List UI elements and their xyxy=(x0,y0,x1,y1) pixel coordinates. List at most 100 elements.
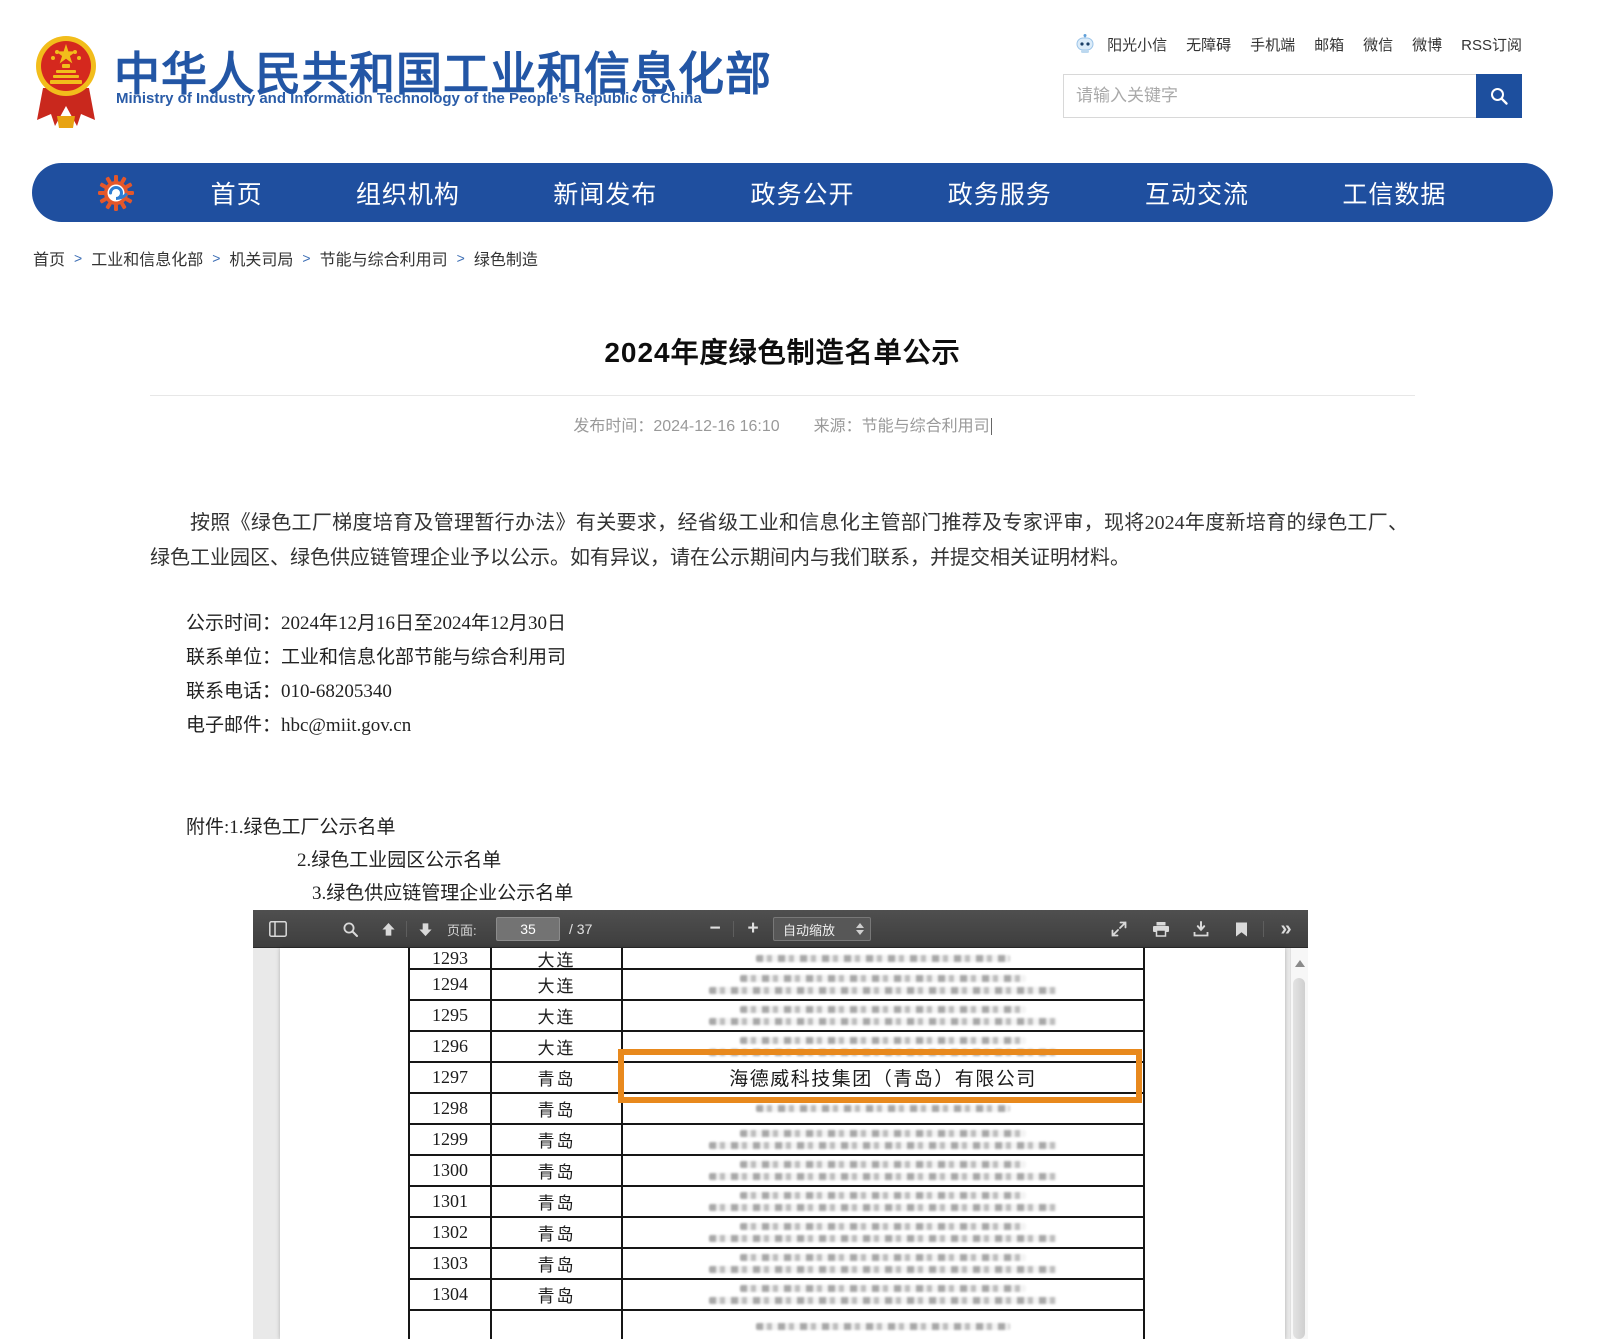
row-number-cell: 1299 xyxy=(410,1125,492,1154)
breadcrumb-item-3[interactable]: 节能与综合利用司 xyxy=(320,246,448,270)
breadcrumb-item-1[interactable]: 工业和信息化部 xyxy=(91,246,203,270)
row-city-cell: 大连 xyxy=(492,1032,623,1061)
row-company-cell: 海德威科技集团（青岛）有限公司 xyxy=(623,1063,1143,1092)
breadcrumb-separator: > xyxy=(457,250,465,266)
more-tools-button[interactable]: » xyxy=(1269,910,1303,948)
info-line-3: 电子邮件：hbc@miit.gov.cn xyxy=(186,716,566,736)
quick-link-2[interactable]: 手机端 xyxy=(1250,34,1295,55)
quick-link-6[interactable]: RSS订阅 xyxy=(1461,34,1522,55)
row-number-cell: 1296 xyxy=(410,1032,492,1061)
toolbar-separator xyxy=(733,921,734,937)
scroll-up-arrow-icon[interactable] xyxy=(1295,960,1305,967)
table-row: 1296大连 xyxy=(410,1032,1143,1063)
attachment-1[interactable]: 2.绿色工业园区公示名单 xyxy=(186,851,573,871)
pdf-scrollbar[interactable] xyxy=(1290,948,1308,1339)
nav-item-1[interactable]: 组织机构 xyxy=(356,175,460,211)
pdf-page: 1293大连1294大连1295大连1296大连1297青岛海德威科技集团（青岛… xyxy=(280,948,1285,1339)
row-number-cell: 1297 xyxy=(410,1063,492,1092)
redacted-text xyxy=(740,1161,1026,1168)
quick-link-3[interactable]: 邮箱 xyxy=(1314,34,1344,55)
row-city-cell: 青岛 xyxy=(492,1125,623,1154)
zoom-out-button[interactable]: − xyxy=(701,910,729,948)
page-number-input[interactable] xyxy=(496,917,560,941)
quick-link-1[interactable]: 无障碍 xyxy=(1186,34,1231,55)
toolbar-separator xyxy=(1263,921,1264,937)
search-input[interactable] xyxy=(1064,75,1476,117)
nav-item-2[interactable]: 新闻发布 xyxy=(553,175,657,211)
row-city-cell: 青岛 xyxy=(492,1156,623,1185)
quick-link-0[interactable]: 阳光小信 xyxy=(1107,34,1167,55)
page-title: 2024年度绿色制造名单公示 xyxy=(150,331,1415,371)
redacted-text xyxy=(709,1204,1057,1211)
breadcrumb-item-0[interactable]: 首页 xyxy=(33,246,65,270)
nav-item-4[interactable]: 政务服务 xyxy=(948,175,1052,211)
next-page-button[interactable] xyxy=(411,910,439,948)
current-view-bookmark-button[interactable] xyxy=(1225,910,1257,948)
info-line-1: 联系单位：工业和信息化部节能与综合利用司 xyxy=(186,648,566,668)
row-number-cell: 1304 xyxy=(410,1280,492,1309)
row-company-cell xyxy=(623,948,1143,968)
row-company-cell xyxy=(623,1187,1143,1216)
title-divider xyxy=(150,395,1415,396)
row-number-cell: 1301 xyxy=(410,1187,492,1216)
print-button[interactable] xyxy=(1145,910,1177,948)
find-button[interactable] xyxy=(335,910,365,948)
miit-gear-icon xyxy=(98,175,134,211)
row-company-cell xyxy=(623,1311,1143,1339)
info-line-2: 联系电话：010-68205340 xyxy=(186,682,566,702)
download-button[interactable] xyxy=(1185,910,1217,948)
redacted-text xyxy=(740,1285,1026,1292)
nav-item-0[interactable]: 首页 xyxy=(211,175,263,211)
arrow-up-icon xyxy=(381,922,396,937)
publish-time: 发布时间：2024-12-16 16:10 xyxy=(573,412,779,436)
row-city-cell: 青岛 xyxy=(492,1280,623,1309)
row-company-cell xyxy=(623,1249,1143,1278)
redacted-text xyxy=(740,975,1026,982)
redacted-text xyxy=(740,1130,1026,1137)
breadcrumb-separator: > xyxy=(302,250,310,266)
scrollbar-thumb[interactable] xyxy=(1293,978,1305,1339)
info-line-0: 公示时间：2024年12月16日至2024年12月30日 xyxy=(186,614,566,634)
row-number-cell xyxy=(410,1311,492,1339)
row-city-cell: 大连 xyxy=(492,970,623,999)
zoom-in-button[interactable]: + xyxy=(739,910,767,948)
row-city-cell: 青岛 xyxy=(492,1249,623,1278)
nav-items: 首页 组织机构 新闻发布 政务公开 政务服务 互动交流 工信数据 xyxy=(134,175,1553,211)
presentation-mode-button[interactable] xyxy=(1103,910,1135,948)
quick-link-5[interactable]: 微博 xyxy=(1412,34,1442,55)
nav-item-6[interactable]: 工信数据 xyxy=(1342,175,1446,211)
site-header: 中华人民共和国工业和信息化部 Ministry of Industry and … xyxy=(0,0,1600,160)
toolbar-separator xyxy=(406,921,407,937)
row-city-cell: 青岛 xyxy=(492,1218,623,1247)
pdf-table: 1293大连1294大连1295大连1296大连1297青岛海德威科技集团（青岛… xyxy=(408,948,1145,1339)
bookmark-icon xyxy=(1235,922,1248,937)
redacted-text xyxy=(756,1105,1011,1112)
redacted-text xyxy=(740,1037,1026,1044)
row-company-cell xyxy=(623,1032,1143,1061)
breadcrumb-item-4[interactable]: 绿色制造 xyxy=(474,246,538,270)
find-icon xyxy=(342,921,359,938)
redacted-text xyxy=(756,955,1011,962)
quick-links: 阳光小信无障碍手机端邮箱微信微博 RSS订阅 xyxy=(1074,33,1522,55)
redacted-text xyxy=(709,987,1057,994)
row-number-cell: 1302 xyxy=(410,1218,492,1247)
xiaoxin-robot-icon[interactable] xyxy=(1074,33,1096,55)
redacted-text xyxy=(709,1297,1057,1304)
nav-item-5[interactable]: 互动交流 xyxy=(1145,175,1249,211)
main-nav: 首页 组织机构 新闻发布 政务公开 政务服务 互动交流 工信数据 xyxy=(32,163,1553,222)
breadcrumb: 首页>工业和信息化部>机关司局>节能与综合利用司>绿色制造 xyxy=(33,246,538,270)
sidebar-toggle-button[interactable] xyxy=(263,910,293,948)
zoom-mode-value: 自动缩放 xyxy=(783,920,856,939)
article-meta: 发布时间：2024-12-16 16:10 来源：节能与综合利用司 xyxy=(150,412,1415,436)
zoom-mode-select[interactable]: 自动缩放 xyxy=(773,917,871,941)
quick-link-4[interactable]: 微信 xyxy=(1363,34,1393,55)
table-row: 1299青岛 xyxy=(410,1125,1143,1156)
row-city-cell xyxy=(492,1311,623,1339)
table-row: 1301青岛 xyxy=(410,1187,1143,1218)
breadcrumb-item-2[interactable]: 机关司局 xyxy=(229,246,293,270)
previous-page-button[interactable] xyxy=(374,910,402,948)
redacted-text xyxy=(740,1192,1026,1199)
search-button[interactable] xyxy=(1476,74,1522,118)
attachment-2[interactable]: 3.绿色供应链管理企业公示名单 xyxy=(186,884,573,904)
nav-item-3[interactable]: 政务公开 xyxy=(750,175,854,211)
